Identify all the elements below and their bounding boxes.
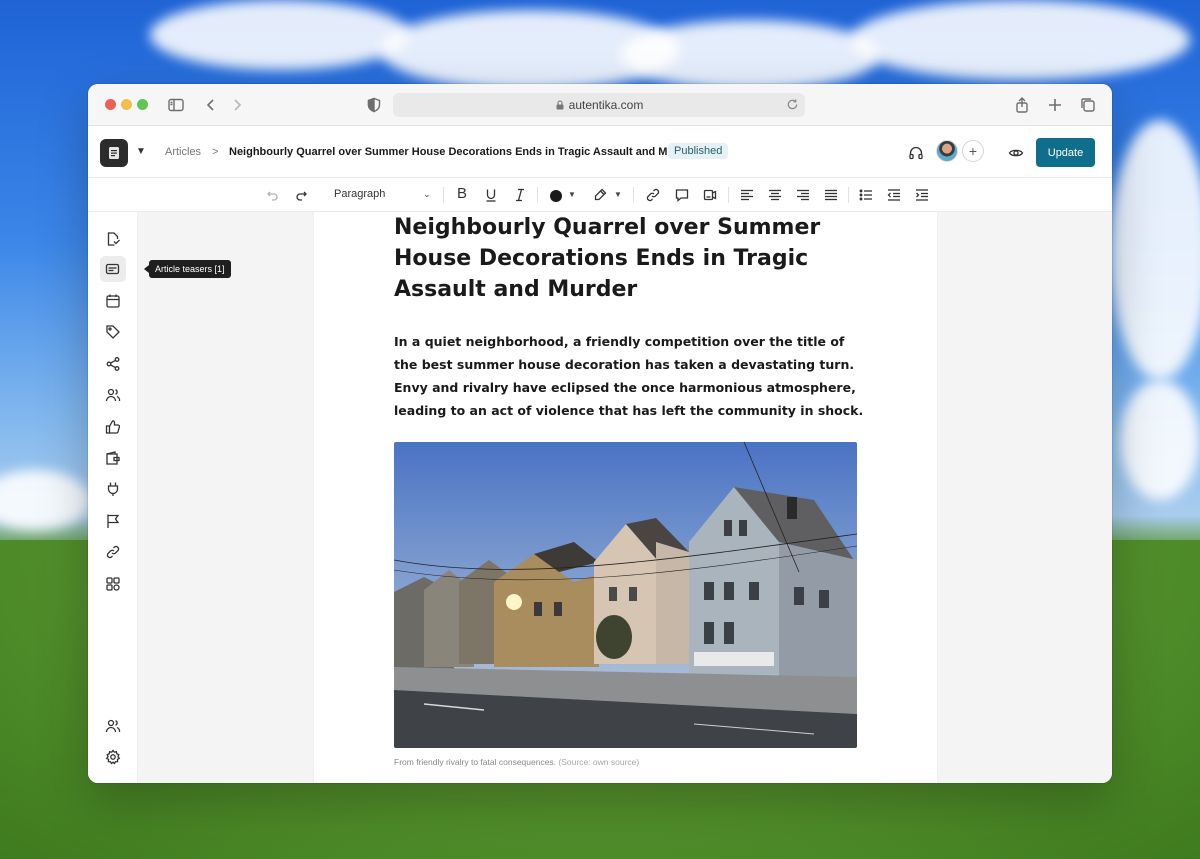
breadcrumb-articles[interactable]: Articles xyxy=(165,146,201,158)
app-header: ▼ Articles > Neighbourly Quarrel over Su… xyxy=(88,126,1112,178)
app-logo[interactable] xyxy=(100,139,128,167)
chevron-down-icon[interactable]: ▼ xyxy=(614,190,622,199)
toolbar-divider xyxy=(443,187,444,203)
sidebar-tooltip: Article teasers [1] xyxy=(144,260,231,278)
article-image[interactable] xyxy=(394,442,857,748)
block-style-select[interactable]: Paragraph xyxy=(334,188,385,200)
avatar[interactable] xyxy=(936,140,958,162)
chevron-down-icon[interactable]: ⌄ xyxy=(423,189,431,200)
wallet-icon[interactable] xyxy=(104,449,122,467)
privacy-shield-icon[interactable] xyxy=(365,96,383,114)
back-icon[interactable] xyxy=(202,96,220,114)
cloud xyxy=(150,0,410,70)
app-switcher-caret-icon[interactable]: ▼ xyxy=(136,146,146,157)
italic-icon[interactable] xyxy=(512,187,528,203)
lock-icon xyxy=(556,100,564,110)
comment-icon[interactable] xyxy=(674,187,690,203)
share-icon[interactable] xyxy=(1013,96,1031,114)
cloud xyxy=(0,470,90,530)
forward-icon[interactable] xyxy=(228,96,246,114)
reload-icon[interactable] xyxy=(786,98,799,111)
article-lead[interactable]: In a quiet neighborhood, a friendly comp… xyxy=(394,330,864,422)
breadcrumb-article-title: Neighbourly Quarrel over Summer House De… xyxy=(229,146,696,158)
link-icon[interactable] xyxy=(104,543,122,561)
toolbar-divider xyxy=(537,187,538,203)
text-color-swatch[interactable] xyxy=(550,190,562,202)
bold-icon[interactable]: B xyxy=(457,185,467,202)
outdent-icon[interactable] xyxy=(886,187,902,203)
toolbar-divider xyxy=(728,187,729,203)
underline-icon[interactable] xyxy=(483,187,499,203)
toolbar-divider xyxy=(633,187,634,203)
undo-icon[interactable] xyxy=(264,187,280,203)
article-headline[interactable]: Neighbourly Quarrel over Summer House De… xyxy=(394,212,864,305)
logo-icon xyxy=(109,147,119,159)
redo-icon[interactable] xyxy=(294,187,310,203)
link-icon[interactable] xyxy=(645,187,661,203)
cloud xyxy=(620,20,880,90)
address-bar[interactable]: autentika.com xyxy=(393,93,805,117)
insert-media-icon[interactable] xyxy=(702,187,718,203)
share-nodes-icon[interactable] xyxy=(104,355,122,373)
indent-icon[interactable] xyxy=(914,187,930,203)
browser-window: autentika.com ▼ Articles > Neighbourly Q… xyxy=(88,84,1112,783)
minimize-window-button[interactable] xyxy=(121,99,132,110)
document-check-icon[interactable] xyxy=(104,230,122,248)
calendar-icon[interactable] xyxy=(104,292,122,310)
chevron-down-icon[interactable]: ▼ xyxy=(568,190,576,199)
zoom-window-button[interactable] xyxy=(137,99,148,110)
update-button[interactable]: Update xyxy=(1036,138,1095,167)
align-justify-icon[interactable] xyxy=(823,187,839,203)
align-right-icon[interactable] xyxy=(795,187,811,203)
left-sidebar xyxy=(88,212,138,783)
tab-overview-icon[interactable] xyxy=(1079,96,1097,114)
article-teasers-icon[interactable] xyxy=(100,256,126,282)
toolbar-divider xyxy=(848,187,849,203)
cloud xyxy=(1120,380,1200,500)
caption-source: (Source: own source) xyxy=(558,757,640,767)
align-center-icon[interactable] xyxy=(767,187,783,203)
thumbs-up-icon[interactable] xyxy=(104,418,122,436)
highlighter-icon[interactable] xyxy=(592,187,608,203)
article-page: Neighbourly Quarrel over Summer House De… xyxy=(314,212,937,783)
image-caption[interactable]: From friendly rivalry to fatal consequen… xyxy=(394,757,639,767)
preview-eye-icon[interactable] xyxy=(1008,145,1024,161)
flag-icon[interactable] xyxy=(104,512,122,530)
settings-icon[interactable] xyxy=(104,748,122,766)
cloud xyxy=(850,0,1190,80)
breadcrumb-separator: > xyxy=(212,146,219,158)
url-text: autentika.com xyxy=(568,98,644,112)
browser-toolbar: autentika.com xyxy=(88,84,1112,126)
team-icon[interactable] xyxy=(104,717,122,735)
add-collaborator-button[interactable]: + xyxy=(962,140,984,162)
align-left-icon[interactable] xyxy=(739,187,755,203)
close-window-button[interactable] xyxy=(105,99,116,110)
caption-text: From friendly rivalry to fatal consequen… xyxy=(394,757,557,767)
formatting-toolbar: Paragraph ⌄ B ▼ ▼ xyxy=(88,178,1112,212)
tag-icon[interactable] xyxy=(104,323,122,341)
cloud xyxy=(1110,120,1200,380)
sidebar-toggle-icon[interactable] xyxy=(167,96,185,114)
apps-icon[interactable] xyxy=(104,575,122,593)
headphones-icon[interactable] xyxy=(908,145,924,161)
status-badge: Published xyxy=(668,143,729,159)
editor-canvas: Neighbourly Quarrel over Summer House De… xyxy=(138,212,1112,783)
users-icon[interactable] xyxy=(104,386,122,404)
new-tab-icon[interactable] xyxy=(1046,96,1064,114)
plug-icon[interactable] xyxy=(104,480,122,498)
bullet-list-icon[interactable] xyxy=(858,187,874,203)
